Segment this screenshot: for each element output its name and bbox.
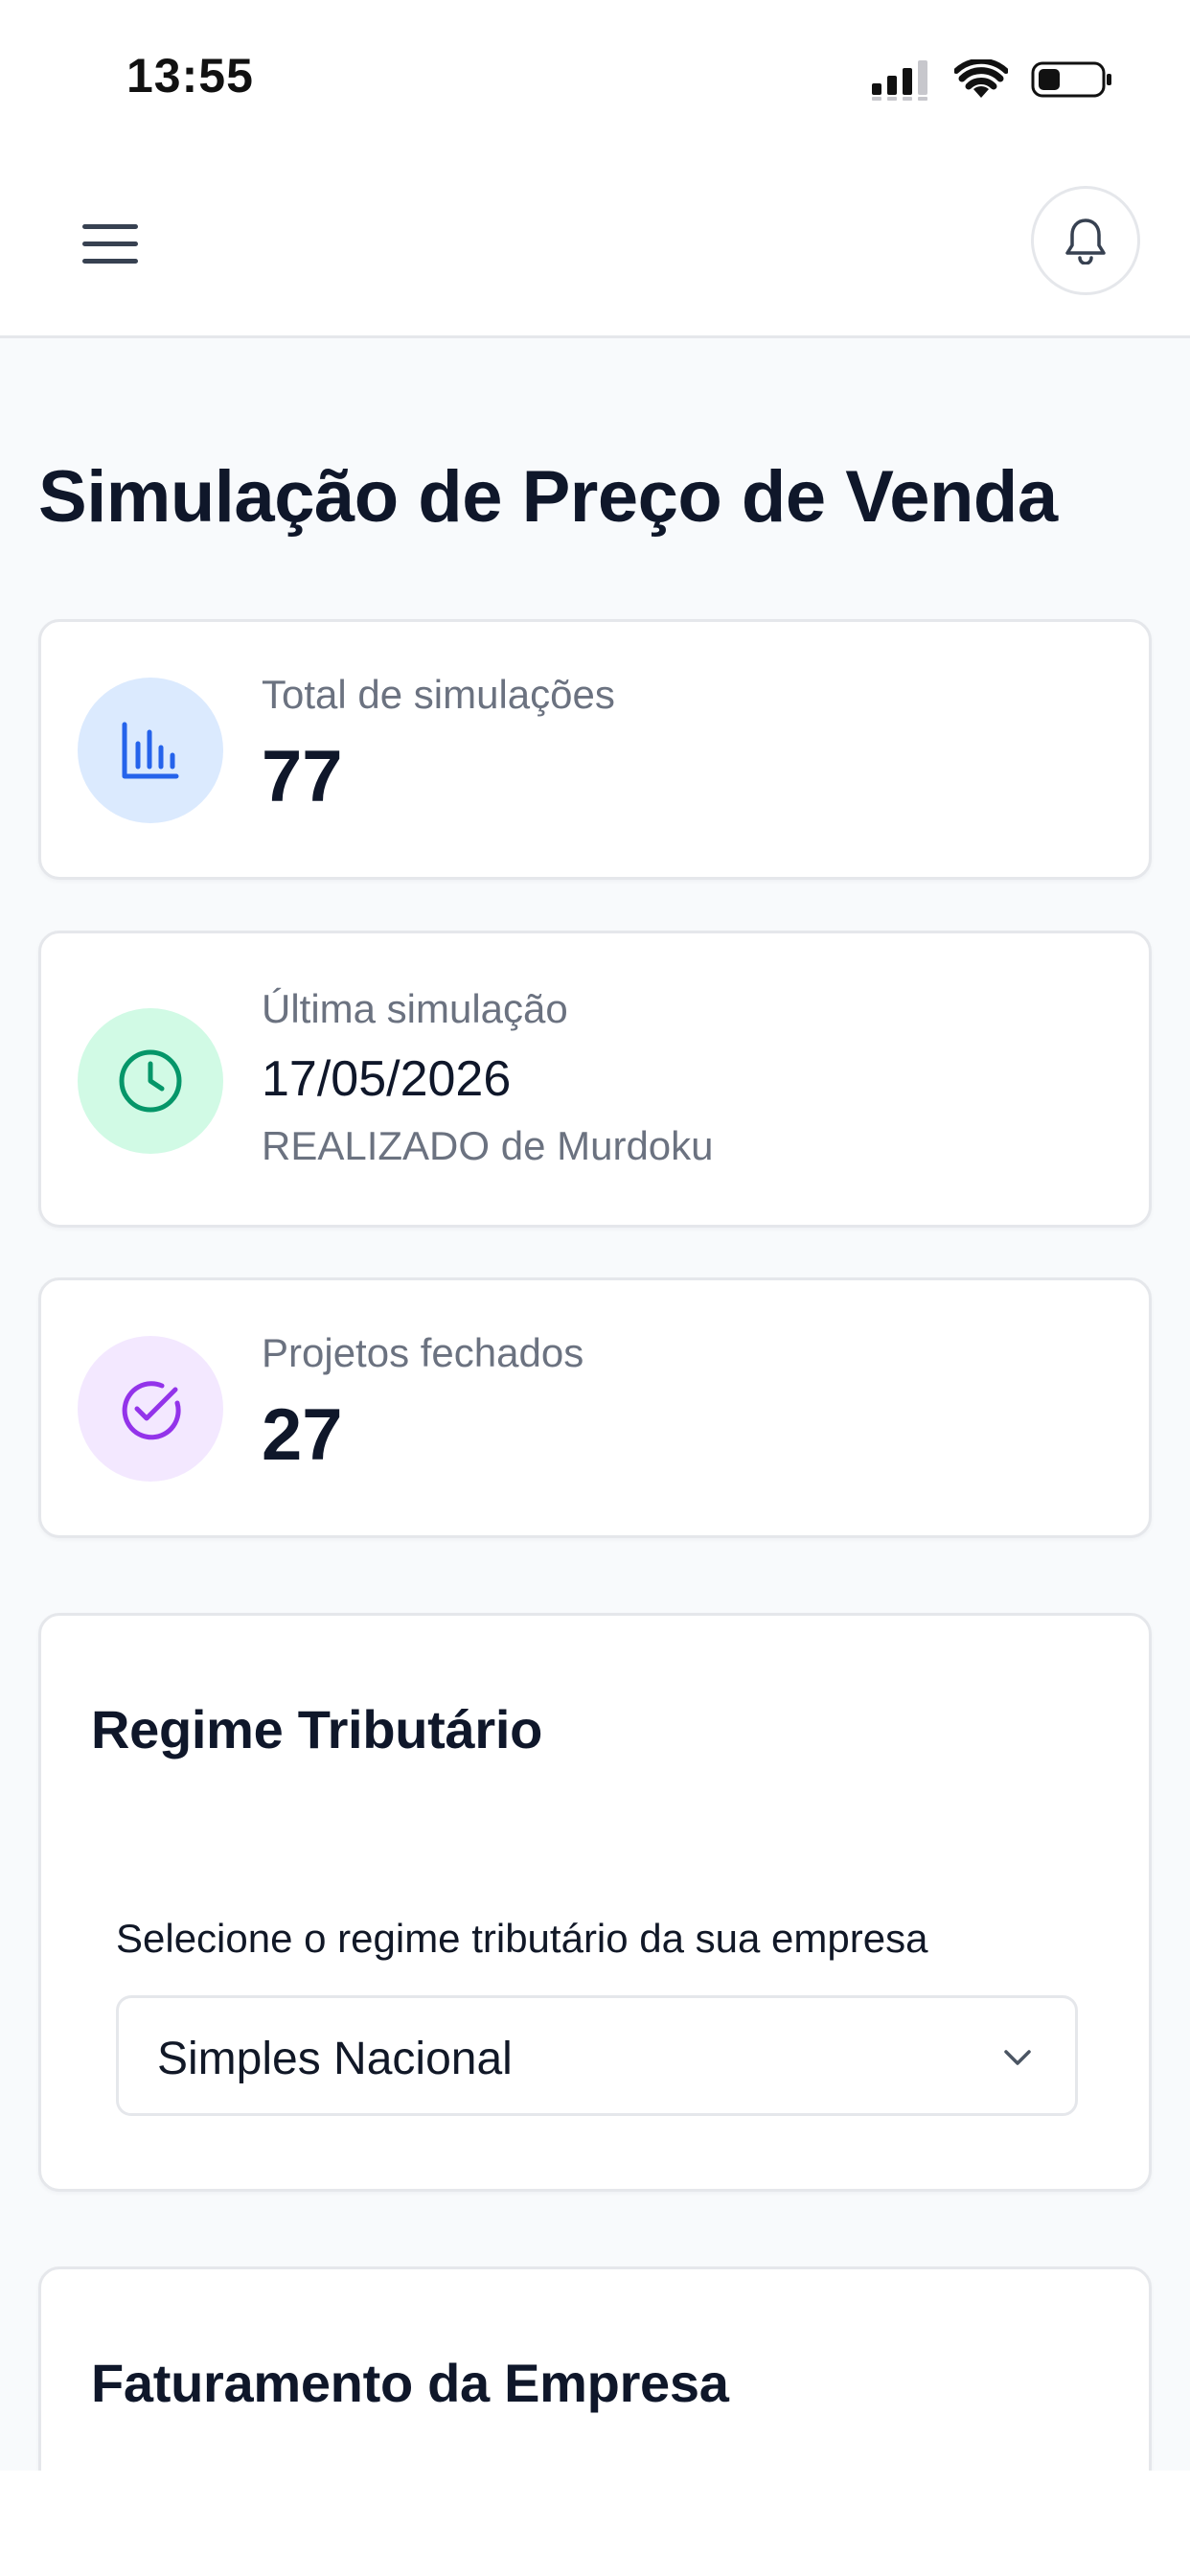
clock-icon xyxy=(119,1049,182,1113)
bell-icon xyxy=(1065,218,1106,264)
section-title: Faturamento da Empresa xyxy=(91,2353,729,2413)
faturamento-card: Faturamento da Empresa xyxy=(38,2266,1152,2471)
stat-icon-bubble xyxy=(78,1008,223,1154)
stat-value: 27 xyxy=(262,1394,343,1476)
bar-chart-icon xyxy=(122,722,179,779)
bottom-safe-area xyxy=(0,2471,1190,2576)
stat-card-total-simulations: Total de simulações 77 xyxy=(38,619,1152,880)
main-content: Simulação de Preço de Venda Total de sim… xyxy=(0,338,1190,2471)
page-title: Simulação de Preço de Venda xyxy=(38,456,1058,538)
hamburger-menu-icon xyxy=(82,224,138,264)
last-simulation-date: 17/05/2026 xyxy=(262,1051,512,1107)
menu-button[interactable] xyxy=(80,215,140,274)
last-simulation-subtitle: REALIZADO de Murdoku xyxy=(262,1123,714,1168)
cellular-signal-icon xyxy=(872,60,927,101)
wifi-icon xyxy=(954,59,1008,98)
notifications-button[interactable] xyxy=(1031,186,1140,295)
stat-label: Projetos fechados xyxy=(262,1330,584,1375)
regime-select-value: Simples Nacional xyxy=(157,2034,513,2084)
check-circle-icon xyxy=(122,1381,181,1440)
battery-icon xyxy=(1031,61,1111,98)
stat-icon-bubble xyxy=(78,678,223,823)
status-bar: 13:55 xyxy=(0,0,1190,163)
status-time: 13:55 xyxy=(126,49,254,103)
status-icons xyxy=(872,56,1113,104)
app-header xyxy=(0,163,1190,338)
chevron-down-icon xyxy=(1004,2050,1031,2065)
section-title: Regime Tributário xyxy=(91,1699,542,1760)
stat-value: 77 xyxy=(262,736,343,817)
stat-icon-bubble xyxy=(78,1336,223,1482)
stat-card-closed-projects: Projetos fechados 27 xyxy=(38,1277,1152,1538)
stat-card-last-simulation[interactable]: Última simulação 17/05/2026 REALIZADO de… xyxy=(38,931,1152,1228)
stat-label: Última simulação xyxy=(262,986,568,1031)
stat-label: Total de simulações xyxy=(262,672,615,717)
regime-field-label: Selecione o regime tributário da sua emp… xyxy=(116,1916,928,1961)
regime-select[interactable]: Simples Nacional xyxy=(116,1995,1078,2116)
regime-tributario-card: Regime Tributário Selecione o regime tri… xyxy=(38,1613,1152,2192)
